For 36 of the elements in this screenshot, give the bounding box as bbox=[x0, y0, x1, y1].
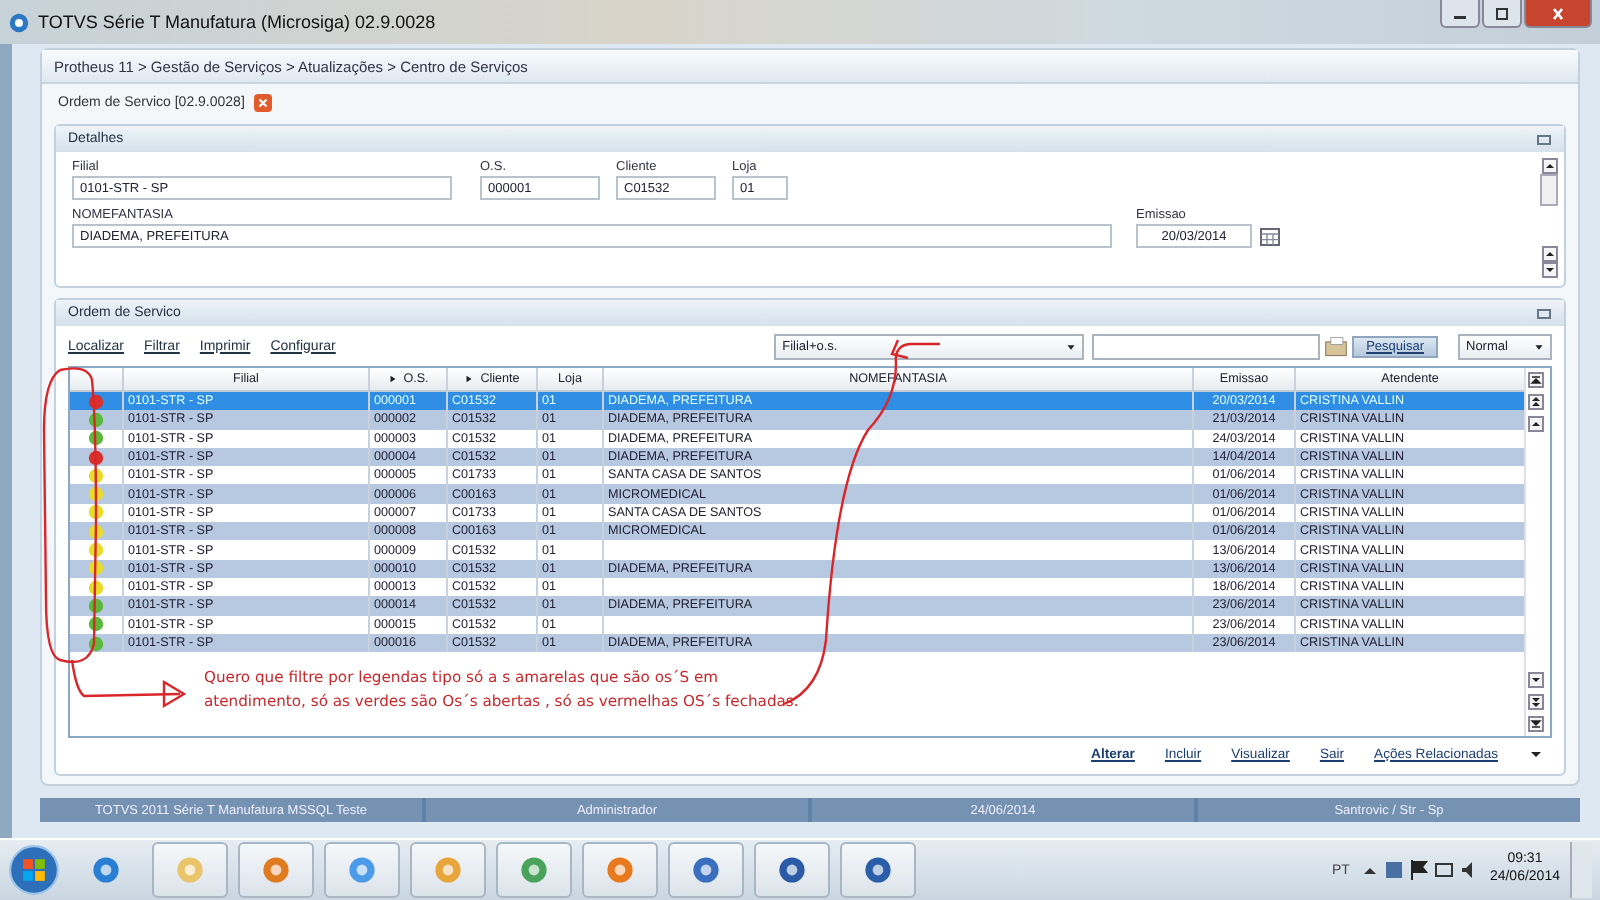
sort-icon bbox=[387, 374, 398, 384]
scroll-down-icon[interactable] bbox=[1528, 672, 1544, 688]
close-button[interactable] bbox=[1524, 0, 1592, 28]
maximize-button[interactable] bbox=[1482, 0, 1522, 28]
app-logo-icon bbox=[8, 11, 30, 33]
caret-icon bbox=[1532, 339, 1546, 353]
scrollbar-thumb[interactable] bbox=[1540, 174, 1558, 206]
close-tab-button[interactable] bbox=[254, 93, 273, 111]
minimize-button[interactable] bbox=[1440, 0, 1480, 28]
caret-icon bbox=[1064, 339, 1079, 353]
folder-icon[interactable] bbox=[1324, 335, 1349, 357]
scroll-page-up-icon[interactable] bbox=[1528, 394, 1544, 410]
collapse-icon[interactable] bbox=[1536, 133, 1552, 145]
maximize-icon bbox=[1492, 5, 1512, 21]
collapse-icon[interactable] bbox=[1536, 307, 1552, 319]
search-field[interactable] bbox=[1092, 333, 1321, 359]
taskbar-app-icon[interactable] bbox=[496, 842, 572, 898]
scroll-up-icon[interactable] bbox=[1528, 416, 1544, 432]
scroll-page-down-icon[interactable] bbox=[1528, 694, 1544, 710]
calendar-icon[interactable] bbox=[1260, 227, 1280, 245]
scroll-up-icon[interactable] bbox=[1541, 158, 1557, 174]
scroll-up-icon[interactable] bbox=[1541, 246, 1557, 262]
taskbar-app-icon[interactable] bbox=[238, 842, 314, 898]
scroll-top-icon[interactable] bbox=[1528, 372, 1544, 388]
taskbar-app-icon[interactable] bbox=[582, 842, 658, 898]
taskbar-app-icon[interactable] bbox=[324, 842, 400, 898]
more-icon[interactable] bbox=[1528, 746, 1544, 762]
taskbar-app-icon[interactable] bbox=[840, 842, 916, 898]
window-title: TOTVS Série T Manufatura (Microsiga) 02.9.0028 bbox=[38, 12, 436, 32]
taskbar-app-icon[interactable] bbox=[668, 842, 744, 898]
scroll-bottom-icon[interactable] bbox=[1528, 716, 1544, 732]
close-icon bbox=[1548, 5, 1568, 21]
scroll-down-icon[interactable] bbox=[1541, 262, 1557, 278]
sort-icon bbox=[464, 374, 475, 384]
start-button-icon[interactable] bbox=[8, 844, 60, 896]
taskbar-app-icon[interactable] bbox=[754, 842, 830, 898]
